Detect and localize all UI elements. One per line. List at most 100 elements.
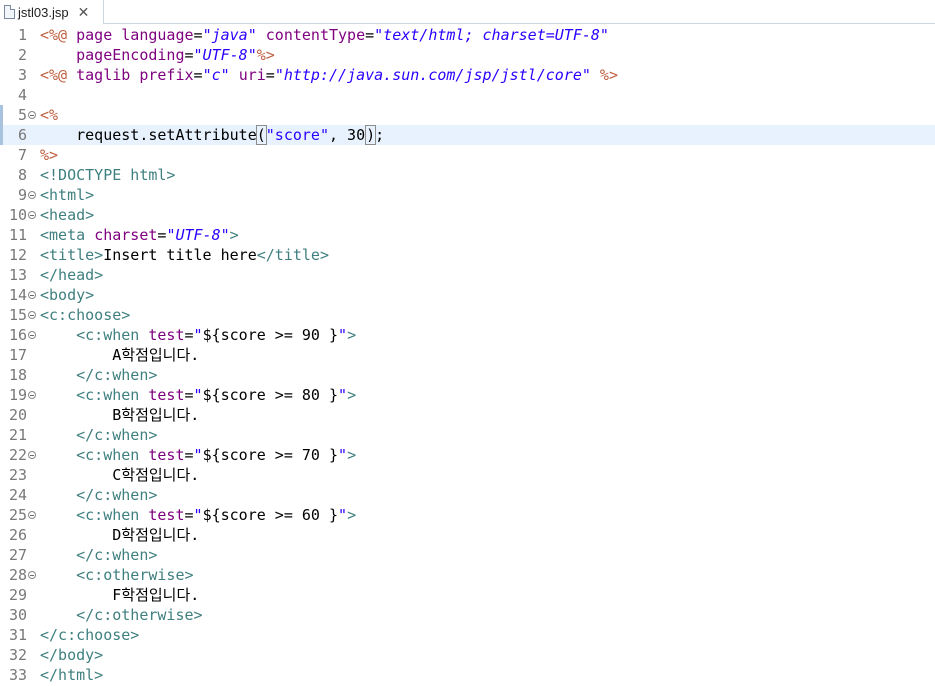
code-text: pageEncoding="UTF-8"%> bbox=[40, 45, 275, 65]
code-token: </title> bbox=[256, 246, 329, 264]
code-token: taglib bbox=[76, 66, 140, 84]
code-token: test bbox=[148, 506, 185, 524]
line-number: 11 bbox=[8, 226, 27, 244]
line-number: 16 bbox=[8, 326, 27, 344]
code-line[interactable]: 30 </c:otherwise> bbox=[0, 605, 935, 625]
code-line[interactable]: 29 F학점입니다. bbox=[0, 585, 935, 605]
code-text: <c:when test="${score >= 60 }"> bbox=[40, 505, 356, 525]
code-token: " bbox=[193, 326, 203, 344]
fold-toggle-icon[interactable] bbox=[28, 571, 36, 579]
code-line[interactable]: 10 <head> bbox=[0, 205, 935, 225]
code-editor[interactable]: 1 <%@ page language="java" contentType="t… bbox=[0, 24, 935, 686]
line-number: 27 bbox=[8, 546, 27, 564]
code-line[interactable]: 25 <c:when test="${score >= 60 }"> bbox=[0, 505, 935, 525]
code-text: B학점입니다. bbox=[40, 405, 199, 425]
code-token: </c:when> bbox=[76, 366, 158, 384]
code-token: ${score >= 80 } bbox=[202, 386, 339, 404]
code-text: <%@ taglib prefix="c" uri="http://java.s… bbox=[40, 65, 618, 85]
code-text: </c:otherwise> bbox=[40, 605, 202, 625]
code-line[interactable]: 6 request.setAttribute("score", 30); bbox=[0, 125, 935, 145]
line-number: 8 bbox=[17, 166, 27, 184]
fold-toggle-icon[interactable] bbox=[28, 311, 36, 319]
code-token: test bbox=[148, 326, 185, 344]
fold-toggle-icon[interactable] bbox=[28, 331, 36, 339]
line-number: 19 bbox=[8, 386, 27, 404]
line-number: 6 bbox=[17, 126, 27, 144]
code-line[interactable]: 17 A학점입니다. bbox=[0, 345, 935, 365]
code-line[interactable]: 11 <meta charset="UTF-8"> bbox=[0, 225, 935, 245]
code-line[interactable]: 9 <html> bbox=[0, 185, 935, 205]
code-line[interactable]: 27 </c:when> bbox=[0, 545, 935, 565]
fold-toggle-icon[interactable] bbox=[28, 211, 36, 219]
code-token: " bbox=[338, 506, 348, 524]
tab-jstl03-jsp[interactable]: jstl03.jsp ✕ bbox=[0, 0, 104, 24]
line-number: 29 bbox=[8, 586, 27, 604]
code-token: <%@ bbox=[40, 26, 77, 44]
fold-toggle-icon[interactable] bbox=[28, 191, 36, 199]
code-token: pageEncoding bbox=[76, 46, 185, 64]
line-number: 3 bbox=[17, 66, 27, 84]
code-token: <body> bbox=[40, 286, 95, 304]
code-line[interactable]: 14 <body> bbox=[0, 285, 935, 305]
code-line[interactable]: 16 <c:when test="${score >= 90 }"> bbox=[0, 325, 935, 345]
code-line[interactable]: 5 <% bbox=[0, 105, 935, 125]
code-line[interactable]: 33 </html> bbox=[0, 665, 935, 685]
code-token: = bbox=[193, 66, 203, 84]
close-icon[interactable]: ✕ bbox=[78, 4, 90, 21]
fold-toggle-icon[interactable] bbox=[28, 291, 36, 299]
code-line[interactable]: 2 pageEncoding="UTF-8"%> bbox=[0, 45, 935, 65]
code-text: </body> bbox=[40, 645, 103, 665]
code-line[interactable]: 22 <c:when test="${score >= 70 }"> bbox=[0, 445, 935, 465]
code-token: %> bbox=[256, 46, 275, 64]
code-line[interactable]: 32 </body> bbox=[0, 645, 935, 665]
line-number: 24 bbox=[8, 486, 27, 504]
fold-toggle-icon[interactable] bbox=[28, 111, 36, 119]
code-line[interactable]: 21 </c:when> bbox=[0, 425, 935, 445]
code-line[interactable]: 24 </c:when> bbox=[0, 485, 935, 505]
code-line[interactable]: 18 </c:when> bbox=[0, 365, 935, 385]
code-line[interactable]: 8 <!DOCTYPE html> bbox=[0, 165, 935, 185]
code-token: ${score >= 60 } bbox=[202, 506, 339, 524]
code-line[interactable]: 13 </head> bbox=[0, 265, 935, 285]
code-token: prefix bbox=[139, 66, 194, 84]
code-token: " bbox=[338, 326, 348, 344]
fold-toggle-icon[interactable] bbox=[28, 451, 36, 459]
code-token: " bbox=[338, 386, 348, 404]
code-token: B학점입니다. bbox=[40, 406, 200, 424]
code-line[interactable]: 20 B학점입니다. bbox=[0, 405, 935, 425]
code-text: C학점입니다. bbox=[40, 465, 199, 485]
code-line[interactable]: 7 %> bbox=[0, 145, 935, 165]
code-line[interactable]: 28 <c:otherwise> bbox=[0, 565, 935, 585]
code-token: request.setAttribute bbox=[40, 126, 257, 144]
fold-toggle-icon[interactable] bbox=[28, 511, 36, 519]
code-token: > bbox=[229, 226, 239, 244]
code-text: </c:choose> bbox=[40, 625, 139, 645]
code-line[interactable]: 23 C학점입니다. bbox=[0, 465, 935, 485]
code-token: " bbox=[193, 386, 203, 404]
code-line[interactable]: 31 </c:choose> bbox=[0, 625, 935, 645]
code-line[interactable]: 3 <%@ taglib prefix="c" uri="http://java.… bbox=[0, 65, 935, 85]
code-token: </c:choose> bbox=[40, 626, 140, 644]
line-number: 20 bbox=[8, 406, 27, 424]
line-number: 14 bbox=[8, 286, 27, 304]
fold-toggle-icon[interactable] bbox=[28, 391, 36, 399]
code-line[interactable]: 26 D학점입니다. bbox=[0, 525, 935, 545]
code-token: </html> bbox=[40, 666, 104, 684]
code-text: <!DOCTYPE html> bbox=[40, 165, 175, 185]
code-text: <body> bbox=[40, 285, 94, 305]
code-text: </c:when> bbox=[40, 485, 157, 505]
code-line[interactable]: 4 bbox=[0, 85, 935, 105]
code-line[interactable]: 12 <title>Insert title here</title> bbox=[0, 245, 935, 265]
code-line[interactable]: 19 <c:when test="${score >= 80 }"> bbox=[0, 385, 935, 405]
code-token: <%@ bbox=[40, 66, 77, 84]
code-line[interactable]: 1 <%@ page language="java" contentType="t… bbox=[0, 25, 935, 45]
line-number: 10 bbox=[8, 206, 27, 224]
code-token: = bbox=[184, 506, 194, 524]
code-token: ) bbox=[365, 125, 377, 145]
code-text: <c:when test="${score >= 80 }"> bbox=[40, 385, 356, 405]
code-line[interactable]: 15 <c:choose> bbox=[0, 305, 935, 325]
code-token: </c:when> bbox=[76, 486, 158, 504]
